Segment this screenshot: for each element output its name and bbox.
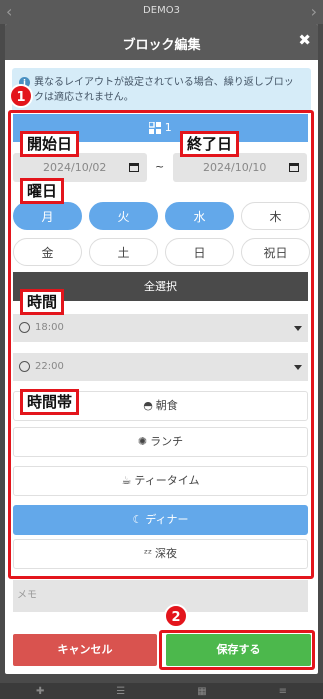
close-icon[interactable]: ✖ [298, 31, 311, 49]
annotation-start-date: 開始日 [20, 131, 80, 157]
background-bottom-nav: ✚ ☰ ▦ ≡ [0, 683, 323, 699]
memo-input[interactable]: メモ [13, 580, 308, 612]
annotation-badge-1: 1 [9, 84, 33, 108]
info-text: 異なるレイアウトが設定されている場合、繰り返しブロックは適応されません。 [34, 77, 294, 103]
chevron-right-icon: › [310, 2, 317, 21]
background-title: DEMO3 [143, 5, 180, 16]
modal-header: ブロック編集 ✖ [5, 24, 318, 60]
cancel-button[interactable]: キャンセル [13, 634, 157, 666]
annotation-weekday: 曜日 [20, 178, 65, 204]
annotation-time: 時間 [20, 289, 65, 315]
annotation-end-date: 終了日 [180, 131, 240, 157]
grid-icon: ▦ [197, 685, 207, 697]
annotation-frame-save [159, 630, 315, 670]
background-header: ‹ DEMO3 › [0, 0, 323, 24]
list-icon: ☰ [116, 685, 126, 697]
modal-title: ブロック編集 [122, 38, 201, 53]
menu-icon: ≡ [278, 685, 287, 697]
info-alert: i 異なるレイアウトが設定されている場合、繰り返しブロックは適応されません。 [12, 68, 311, 112]
plus-icon: ✚ [35, 685, 45, 697]
annotation-badge-2: 2 [164, 604, 188, 628]
annotation-timezone: 時間帯 [20, 389, 80, 415]
